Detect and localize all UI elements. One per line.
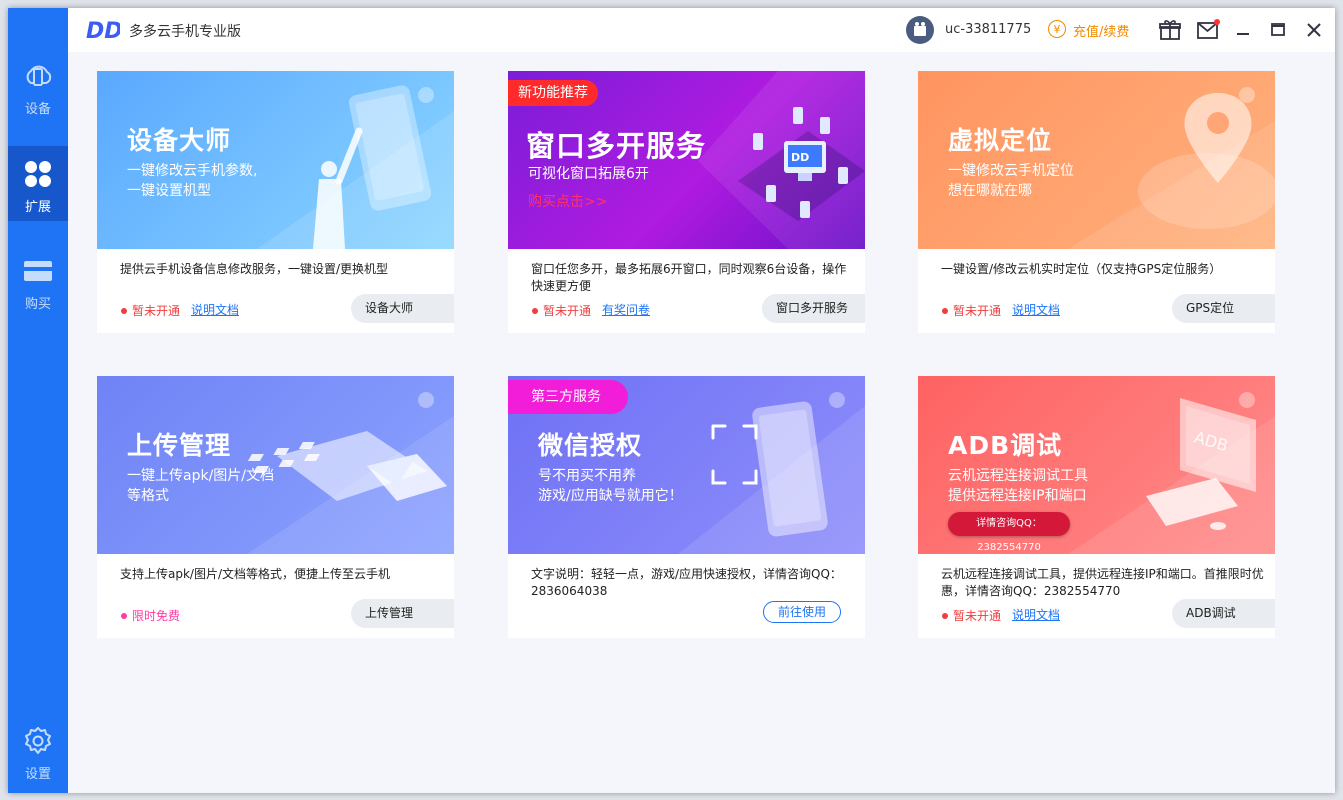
card-description: 文字说明：轻轻一点，游戏/应用快速授权，详情咨询QQ：2836064038 [531, 567, 842, 598]
banner-subtitle: 号不用买不用养 [538, 468, 636, 484]
sidebar-item-label: 设置 [24, 767, 51, 782]
title-bar: DD 多多云手机专业版 uc-33811775 ¥ 充值/续费 [68, 8, 1335, 52]
maximize-icon[interactable] [1266, 18, 1290, 42]
card-device-master: 设备大师 一键修改云手机参数, 一键设置机型 提供云手机设备信息修改服务，一键设… [97, 71, 454, 333]
grid-icon [25, 161, 51, 187]
card-description: 一键设置/修改云机实时定位（仅支持GPS定位服务） [941, 262, 1222, 276]
sidebar-item-purchase[interactable]: 购买 [8, 243, 68, 318]
card-description: 提供云手机设备信息修改服务，一键设置/更换机型 [120, 262, 389, 276]
status-badge: 限时免费 [121, 607, 180, 624]
third-party-tag: 第三方服务 [508, 380, 628, 414]
sidebar-item-devices[interactable]: 设备 [8, 48, 68, 123]
banner-title: 微信授权 [538, 431, 643, 460]
banner-subtitle: 一键修改云手机定位 [948, 163, 1074, 179]
avatar[interactable] [906, 16, 934, 44]
sidebar-item-settings[interactable]: 设置 [8, 713, 68, 788]
device-master-button[interactable]: 设备大师 [351, 294, 454, 323]
multi-window-button[interactable]: 窗口多开服务 [762, 294, 865, 323]
banner-title: 虚拟定位 [948, 126, 1053, 155]
minimize-icon[interactable] [1231, 18, 1255, 42]
banner-subtitle: 提供远程连接IP和端口 [948, 488, 1087, 504]
banner-subtitle: 一键修改云手机参数, [127, 163, 258, 179]
card-banner: ADB ADB调试 云机远程连接调试工具 提供远程连接IP和端口 详情咨询QQ：… [918, 376, 1275, 554]
survey-link[interactable]: 有奖问卷 [602, 301, 650, 318]
doc-link[interactable]: 说明文档 [1012, 606, 1060, 623]
app-window: 设备 扩展 购买 设置 DD 多多云手机专业版 uc-33811775 ¥ 充值… [8, 8, 1335, 793]
banner-title: 上传管理 [127, 431, 232, 460]
banner-title: 窗口多开服务 [526, 129, 707, 163]
transfer-icon [1239, 392, 1255, 408]
status-badge: 暂未开通 [942, 607, 1001, 624]
svg-text:DD: DD [791, 151, 809, 164]
scan-icon [829, 392, 845, 408]
close-icon[interactable] [1302, 18, 1326, 42]
status-badge: 暂未开通 [121, 302, 180, 319]
mail-icon[interactable] [1196, 18, 1220, 42]
card-banner: 第三方服务 微信授权 号不用买不用养 游戏/应用缺号就用它！ [508, 376, 865, 554]
sidebar-item-extensions[interactable]: 扩展 [8, 146, 68, 221]
card-description: 支持上传apk/图片/文档等格式，便捷上传至云手机 [120, 567, 391, 581]
new-feature-tag: 新功能推荐 [508, 80, 598, 106]
recharge-label: 充值/续费 [1073, 25, 1130, 40]
doc-link[interactable]: 说明文档 [1012, 301, 1060, 318]
upload-illustration [247, 416, 454, 554]
user-icon [914, 22, 926, 36]
card-upload-manager: 上传管理 一键上传apk/图片/文档 等格式 支持上传apk/图片/文档等格式，… [97, 376, 454, 638]
cloud-phone-icon [26, 65, 52, 86]
qq-contact-button[interactable]: 详情咨询QQ：2382554770 [948, 512, 1070, 553]
banner-title: ADB调试 [948, 431, 1063, 460]
phone-icon [418, 87, 434, 103]
go-use-button[interactable]: 前往使用 [763, 601, 841, 623]
gear-icon [25, 727, 51, 754]
gps-location-button[interactable]: GPS定位 [1172, 294, 1275, 323]
sidebar-item-label: 设备 [24, 102, 51, 117]
card-icon [24, 261, 52, 281]
banner-subtitle: 想在哪就在哪 [948, 183, 1032, 199]
coin-icon: ¥ [1048, 20, 1066, 38]
card-banner: 虚拟定位 一键修改云手机定位 想在哪就在哪 [918, 71, 1275, 249]
map-pin-illustration [1068, 93, 1275, 249]
doc-link[interactable]: 说明文档 [191, 301, 239, 318]
card-banner: 设备大师 一键修改云手机参数, 一键设置机型 [97, 71, 454, 249]
card-multi-window: DD 新功能推荐 窗口多开服务 可视化窗口拓展6开 购买点击>> 窗口任您多开，… [508, 71, 865, 333]
status-badge: 暂未开通 [942, 302, 1001, 319]
card-banner: DD 新功能推荐 窗口多开服务 可视化窗口拓展6开 购买点击>> [508, 71, 865, 249]
sidebar-item-label: 扩展 [24, 200, 51, 215]
banner-subtitle: 可视化窗口拓展6开 [528, 166, 649, 182]
card-description: 云机远程连接调试工具，提供远程连接IP和端口。首推限时优惠，详情咨询QQ：238… [941, 567, 1264, 598]
folder-icon [418, 392, 434, 408]
app-logo: DD [86, 19, 120, 41]
card-wechat-auth: 第三方服务 微信授权 号不用买不用养 游戏/应用缺号就用它！ 文字说明：轻轻一点… [508, 376, 865, 638]
user-id: uc-33811775 [945, 22, 1032, 37]
card-adb-debug: ADB ADB调试 云机远程连接调试工具 提供远程连接IP和端口 详情咨询QQ：… [918, 376, 1275, 638]
status-badge: 暂未开通 [532, 302, 591, 319]
banner-title: 设备大师 [127, 126, 232, 155]
phone-illustration [257, 85, 454, 249]
location-icon [1239, 87, 1255, 103]
card-description: 窗口任您多开，最多拓展6开窗口，同时观察6台设备，操作快速更方便 [531, 262, 847, 293]
card-virtual-location: 虚拟定位 一键修改云手机定位 想在哪就在哪 一键设置/修改云机实时定位（仅支持G… [918, 71, 1275, 333]
banner-subtitle: 游戏/应用缺号就用它！ [538, 488, 683, 504]
upload-manager-button[interactable]: 上传管理 [351, 599, 454, 628]
banner-subtitle: 云机远程连接调试工具 [948, 468, 1088, 484]
gift-icon[interactable] [1158, 18, 1182, 42]
card-banner: 上传管理 一键上传apk/图片/文档 等格式 [97, 376, 454, 554]
sidebar-item-label: 购买 [24, 297, 51, 312]
app-title: 多多云手机专业版 [129, 24, 241, 40]
sidebar: 设备 扩展 购买 设置 [8, 8, 68, 793]
banner-buy-link[interactable]: 购买点击>> [528, 191, 607, 211]
svg-text:DD: DD [86, 19, 120, 41]
banner-subtitle: 等格式 [127, 488, 169, 504]
adb-debug-button[interactable]: ADB调试 [1172, 599, 1275, 628]
banner-subtitle: 一键设置机型 [127, 183, 211, 199]
banner-subtitle: 一键上传apk/图片/文档 [127, 468, 275, 484]
